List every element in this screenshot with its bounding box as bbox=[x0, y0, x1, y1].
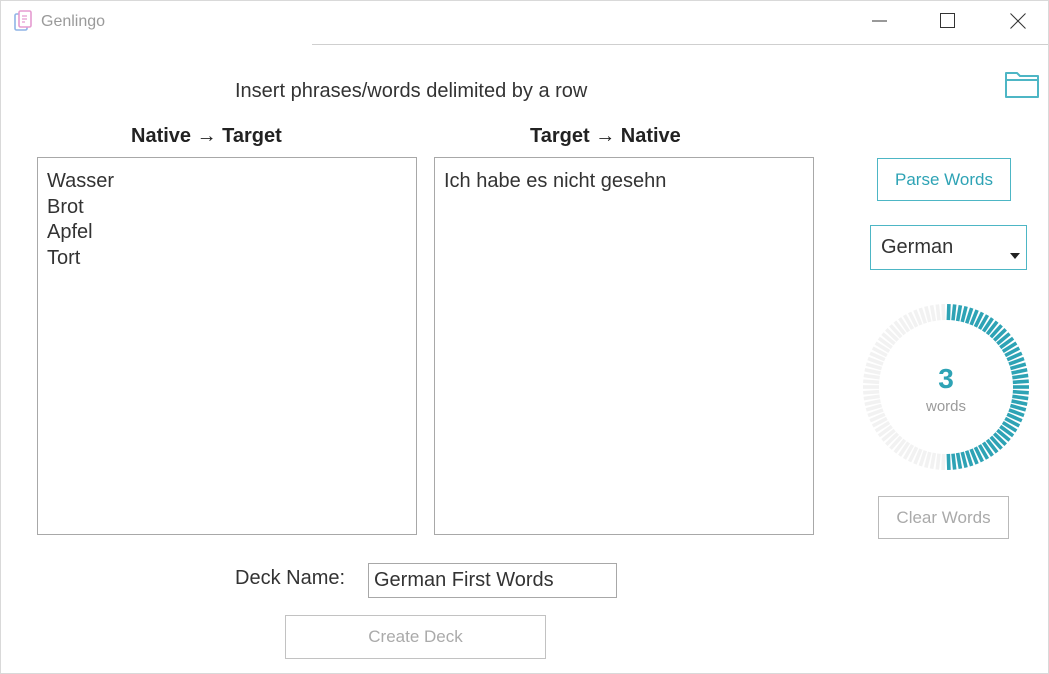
progress-segment-empty bbox=[924, 451, 932, 468]
language-select-value: German bbox=[881, 236, 954, 258]
title-bar: Genlingo bbox=[1, 1, 1048, 45]
progress-segment-filled bbox=[951, 304, 957, 321]
instruction-text: Insert phrases/words delimited by a row bbox=[235, 80, 588, 102]
genlingo-app-icon bbox=[14, 10, 32, 31]
target-to-native-title: Target → Native bbox=[530, 125, 681, 147]
progress-segment-empty bbox=[935, 453, 941, 470]
progress-segment-empty bbox=[941, 303, 946, 321]
close-button[interactable] bbox=[995, 1, 1041, 41]
textarea-line: Apfel bbox=[47, 221, 93, 243]
progress-segment-filled bbox=[946, 303, 951, 321]
textarea-line: Wasser bbox=[47, 170, 115, 192]
parse-words-button[interactable]: Parse Words bbox=[877, 158, 1011, 201]
progress-segment-empty bbox=[929, 452, 937, 470]
textarea-line: Brot bbox=[47, 195, 84, 218]
progress-segment-filled bbox=[951, 453, 957, 470]
title-divider bbox=[312, 44, 1048, 45]
minimize-icon bbox=[872, 20, 887, 22]
word-count-value: 3 bbox=[938, 363, 954, 394]
create-deck-button[interactable]: Create Deck bbox=[285, 615, 546, 659]
progress-segment-filled bbox=[960, 306, 968, 323]
textarea-line: Ich habe es nicht gesehn bbox=[444, 170, 667, 192]
folder-icon[interactable] bbox=[1003, 67, 1041, 101]
maximize-button[interactable] bbox=[925, 1, 971, 41]
target-to-native-textarea[interactable]: Ich habe es nicht gesehn bbox=[434, 157, 814, 535]
native-to-target-textarea[interactable]: Wasser Brot Apfel Tort bbox=[37, 157, 417, 535]
app-window: Genlingo Insert phrases/words delimited … bbox=[0, 0, 1049, 674]
progress-segment-empty bbox=[935, 304, 941, 321]
progress-segment-empty bbox=[924, 306, 932, 323]
minimize-button[interactable] bbox=[857, 1, 903, 41]
progress-segment-filled bbox=[955, 304, 963, 322]
deck-name-label: Deck Name: bbox=[235, 567, 346, 589]
deck-name-input[interactable] bbox=[368, 563, 617, 598]
close-icon bbox=[1010, 13, 1026, 29]
clear-words-button[interactable]: Clear Words bbox=[878, 496, 1009, 539]
native-to-target-title: Native → Target bbox=[131, 125, 282, 147]
textarea-line: Tort bbox=[47, 246, 81, 269]
progress-segment-filled bbox=[946, 453, 951, 471]
word-count-unit: words bbox=[925, 398, 966, 415]
maximize-icon bbox=[940, 13, 955, 28]
dropdown-arrow-icon bbox=[1010, 253, 1020, 259]
progress-segment-empty bbox=[929, 304, 937, 322]
progress-segment-empty bbox=[941, 453, 946, 471]
language-select[interactable]: German bbox=[870, 225, 1027, 270]
progress-segment-filled bbox=[960, 451, 968, 468]
progress-segment-filled bbox=[955, 452, 963, 470]
window-title: Genlingo bbox=[41, 13, 106, 30]
